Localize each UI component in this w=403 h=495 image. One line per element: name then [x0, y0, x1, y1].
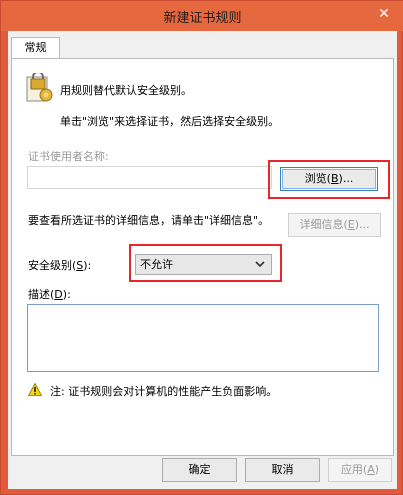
window-title: 新建证书规则: [163, 11, 242, 26]
dialog-client-area: 常规 用规则替代默认安全级别。 单击"浏览"来选择证书，然后选择安全级别。 证书…: [8, 31, 397, 489]
apply-label-suffix: ): [374, 463, 380, 476]
apply-accesskey: A: [367, 463, 375, 476]
intro-line-1: 用规则替代默认安全级别。: [60, 84, 192, 97]
tab-general[interactable]: 常规: [11, 37, 60, 59]
details-accesskey: E: [347, 218, 355, 231]
description-textarea[interactable]: [27, 304, 379, 372]
cancel-button[interactable]: 取消: [245, 458, 320, 482]
details-label-prefix: 详细信息(: [299, 218, 348, 231]
details-label-suffix: )...: [354, 218, 370, 231]
description-label-prefix: 描述(: [28, 288, 55, 301]
dialog-window: 新建证书规则 ✕ 常规 用规则替代默认安全级别。 单击"浏览"来选择证书，然后选…: [0, 0, 403, 495]
performance-note: 注: 证书规则会对计算机的性能产生负面影响。: [50, 385, 278, 398]
apply-button[interactable]: 应用(A): [328, 458, 392, 482]
certificate-lock-icon: [26, 73, 53, 102]
security-label-suffix: ):: [83, 259, 92, 272]
description-accesskey: D: [54, 288, 63, 301]
browse-highlight-box: [268, 160, 390, 199]
warning-icon: [28, 383, 42, 396]
security-label-prefix: 安全级别(: [28, 259, 77, 272]
cert-user-name-field[interactable]: [27, 166, 272, 189]
details-button[interactable]: 详细信息(E)...: [288, 213, 381, 237]
intro-line-2: 单击"浏览"来选择证书，然后选择安全级别。: [60, 115, 280, 128]
description-label-suffix: ):: [62, 288, 71, 301]
general-panel: 用规则替代默认安全级别。 单击"浏览"来选择证书，然后选择安全级别。 证书使用者…: [11, 58, 394, 456]
details-instruction: 要查看所选证书的详细信息，请单击"详细信息"。: [28, 214, 270, 227]
description-label: 描述(D):: [28, 286, 71, 302]
ok-button[interactable]: 确定: [162, 458, 237, 482]
cert-user-label: 证书使用者名称:: [28, 150, 109, 163]
close-icon[interactable]: ✕: [372, 3, 396, 25]
apply-label-prefix: 应用(: [340, 463, 368, 476]
security-level-highlight-box: [129, 244, 282, 282]
security-level-label: 安全级别(S):: [28, 257, 91, 273]
title-bar[interactable]: 新建证书规则 ✕: [1, 1, 403, 31]
